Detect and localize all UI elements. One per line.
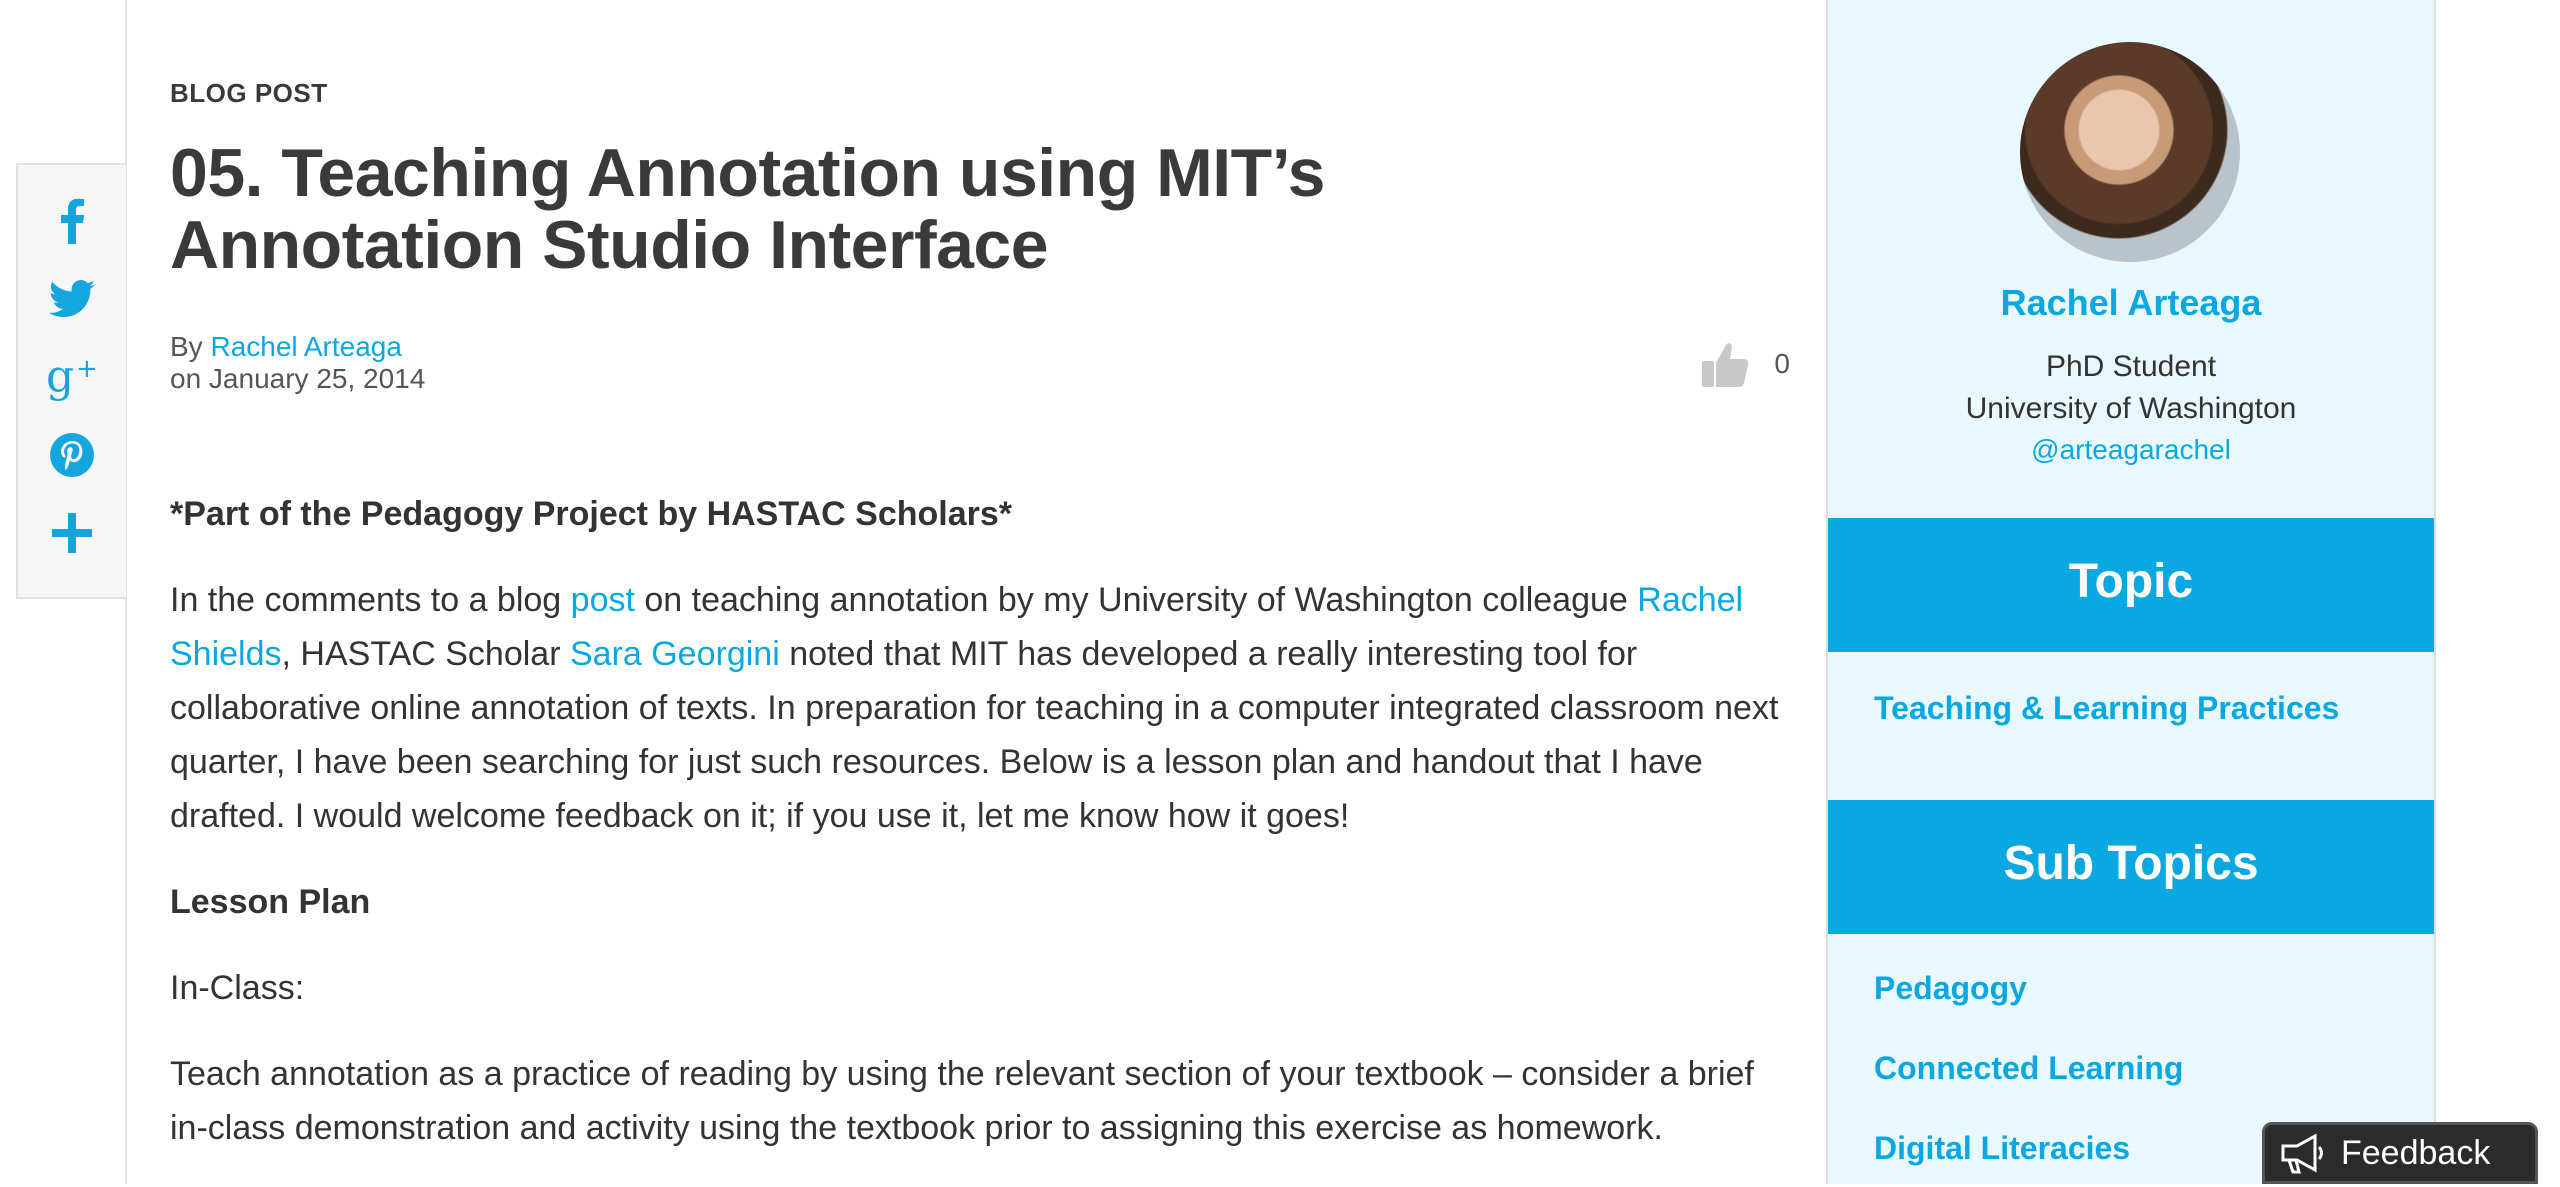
sara-georgini-link[interactable]: Sara Georgini	[570, 635, 780, 673]
google-plus-icon[interactable]: g +	[43, 349, 101, 405]
feedback-button[interactable]: Feedback	[2262, 1122, 2538, 1184]
subtopic-link-digital-literacies[interactable]: Digital Literacies	[1874, 1130, 2130, 1167]
subtopic-link-pedagogy[interactable]: Pedagogy	[1874, 970, 2027, 1007]
subtopic-link-connected-learning[interactable]: Connected Learning	[1874, 1050, 2183, 1087]
feedback-label: Feedback	[2341, 1133, 2491, 1172]
intro-line: *Part of the Pedagogy Project by HASTAC …	[170, 495, 1012, 533]
paragraph-2: Teach annotation as a practice of readin…	[170, 1055, 1754, 1147]
share-bar: g +	[16, 163, 126, 599]
megaphone-icon	[2281, 1133, 2323, 1174]
plus-icon[interactable]	[43, 505, 101, 561]
paragraph-1-text-b: on teaching annotation by my University …	[634, 581, 1638, 619]
article-body: *Part of the Pedagogy Project by HASTAC …	[170, 487, 1790, 1155]
paragraph-1-text-c: , HASTAC Scholar	[281, 635, 570, 673]
paragraph-1: In the comments to a blog post on teachi…	[170, 573, 1790, 843]
like-widget[interactable]: 0	[1700, 339, 1790, 389]
subtopics-heading: Sub Topics	[1828, 800, 2434, 934]
profile-organization: University of Washington	[1965, 392, 2297, 425]
avatar[interactable]	[2020, 42, 2240, 262]
byline: By Rachel Arteaga on January 25, 2014 0	[170, 331, 1790, 401]
svg-text:+: +	[76, 354, 98, 384]
author-link[interactable]: Rachel Arteaga	[210, 331, 401, 362]
facebook-icon[interactable]	[43, 193, 101, 249]
thumbs-up-icon[interactable]	[1700, 339, 1750, 389]
byline-prefix: By	[170, 331, 211, 362]
profile-role: PhD Student	[2045, 350, 2217, 383]
topic-heading: Topic	[1828, 518, 2434, 652]
article: BLOG POST 05. Teaching Annotation using …	[170, 78, 1790, 1187]
twitter-handle-link[interactable]: @arteagarachel	[1828, 434, 2434, 466]
paragraph-1-text-a: In the comments to a blog	[170, 581, 571, 619]
twitter-icon[interactable]	[43, 271, 101, 327]
topic-link[interactable]: Teaching & Learning Practices	[1874, 690, 2339, 727]
profile-name[interactable]: Rachel Arteaga	[1828, 282, 2434, 324]
svg-text:g: g	[46, 353, 74, 401]
author-sidebar: Rachel Arteaga PhD Student University of…	[1826, 0, 2436, 1184]
page-title: 05. Teaching Annotation using MIT’s Anno…	[170, 135, 1325, 283]
in-class-label: In-Class:	[170, 969, 305, 1007]
lesson-plan-heading: Lesson Plan	[170, 883, 371, 921]
post-link[interactable]: post	[571, 581, 635, 619]
post-date: on January 25, 2014	[170, 363, 426, 394]
post-type-label: BLOG POST	[170, 78, 328, 108]
pinterest-icon[interactable]	[43, 427, 101, 483]
like-count: 0	[1774, 348, 1790, 379]
